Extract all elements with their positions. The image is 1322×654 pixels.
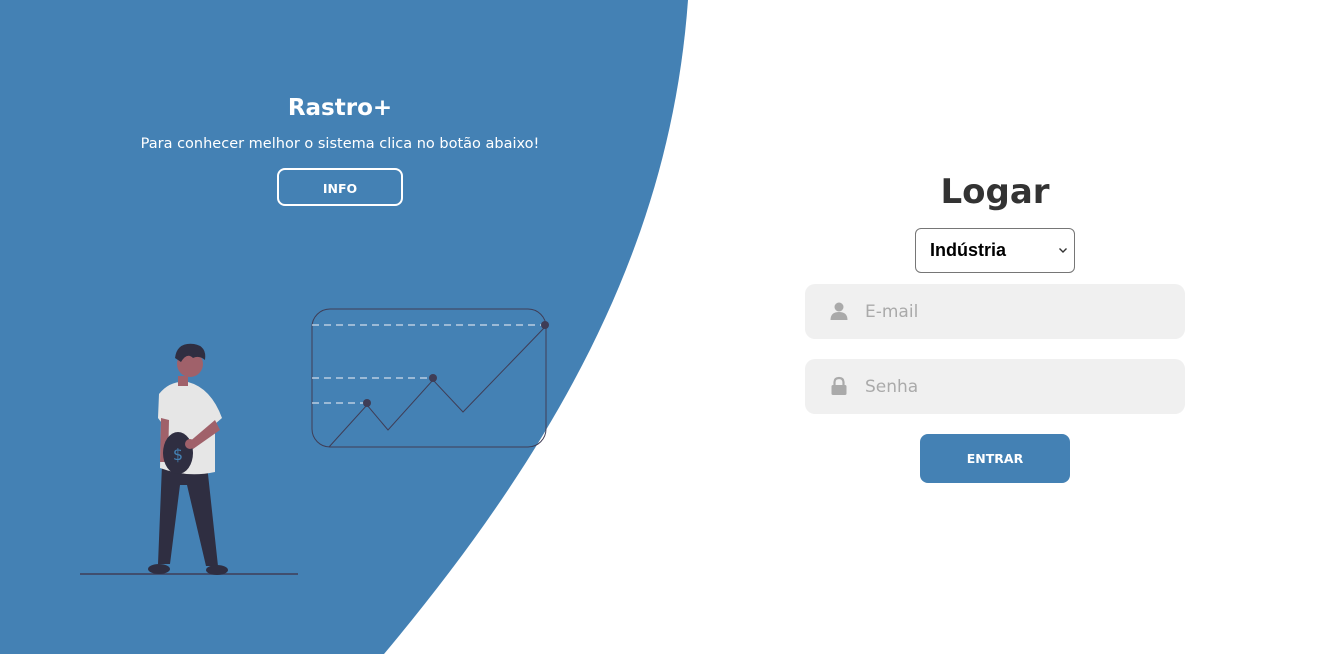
login-page: Rastro+ Para conhecer melhor o sistema c… (0, 0, 1322, 654)
email-input-group (805, 284, 1185, 339)
password-input-group (805, 359, 1185, 414)
email-input[interactable] (865, 284, 1165, 339)
chart-board (311, 308, 549, 448)
password-input[interactable] (865, 359, 1165, 414)
lock-icon (831, 376, 847, 395)
svg-text:$: $ (173, 445, 183, 464)
user-icon (830, 302, 848, 320)
info-button[interactable]: INFO (277, 168, 403, 206)
user-type-selected-value: Indústria (930, 240, 1007, 260)
user-type-select[interactable]: Indústria (915, 228, 1075, 273)
login-form: Logar Indústria ENTRAR (805, 170, 1185, 483)
login-submit-button[interactable]: ENTRAR (920, 434, 1070, 483)
info-panel: Rastro+ Para conhecer melhor o sistema c… (100, 90, 580, 206)
info-description: Para conhecer melhor o sistema clica no … (140, 136, 540, 152)
person-figure: $ (148, 343, 228, 575)
chevron-down-icon (1059, 248, 1067, 253)
growth-chart-illustration: $ (80, 308, 549, 575)
login-title: Logar (940, 172, 1050, 212)
brand-title: Rastro+ (287, 95, 393, 121)
